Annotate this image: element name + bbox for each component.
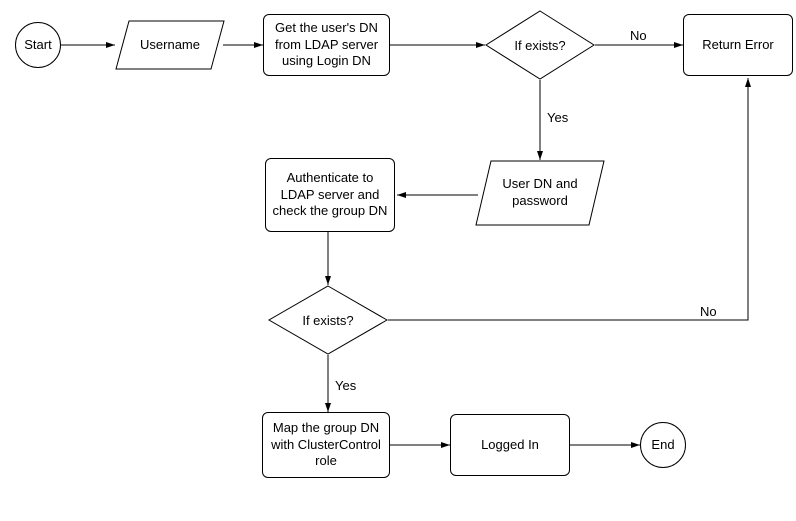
auth-group-label: Authenticate to LDAP server and check th… [272, 170, 388, 221]
exists2-yes-label: Yes [335, 378, 356, 393]
end-node: End [640, 422, 686, 468]
username-label: Username [140, 37, 200, 54]
get-dn-node: Get the user's DN from LDAP server using… [263, 14, 390, 76]
exists1-node: If exists? [485, 10, 595, 80]
return-error-node: Return Error [683, 14, 793, 76]
get-dn-label: Get the user's DN from LDAP server using… [270, 20, 383, 71]
start-label: Start [24, 37, 51, 54]
auth-group-node: Authenticate to LDAP server and check th… [265, 158, 395, 232]
user-dn-pw-label: User DN and password [489, 176, 591, 210]
logged-in-node: Logged In [450, 414, 570, 476]
start-node: Start [15, 22, 61, 68]
username-node: Username [115, 20, 225, 70]
return-error-label: Return Error [702, 37, 774, 54]
exists1-yes-label: Yes [547, 110, 568, 125]
exists2-label: If exists? [302, 313, 353, 328]
exists1-label: If exists? [514, 38, 565, 53]
map-group-node: Map the group DN with ClusterControl rol… [262, 412, 390, 478]
end-label: End [651, 437, 674, 454]
exists2-no-label: No [700, 304, 717, 319]
exists1-no-label: No [630, 28, 647, 43]
user-dn-pw-node: User DN and password [475, 160, 605, 226]
exists2-node: If exists? [268, 285, 388, 355]
logged-in-label: Logged In [481, 437, 539, 454]
flowchart: Start Username Get the user's DN from LD… [0, 0, 796, 521]
map-group-label: Map the group DN with ClusterControl rol… [269, 420, 383, 471]
